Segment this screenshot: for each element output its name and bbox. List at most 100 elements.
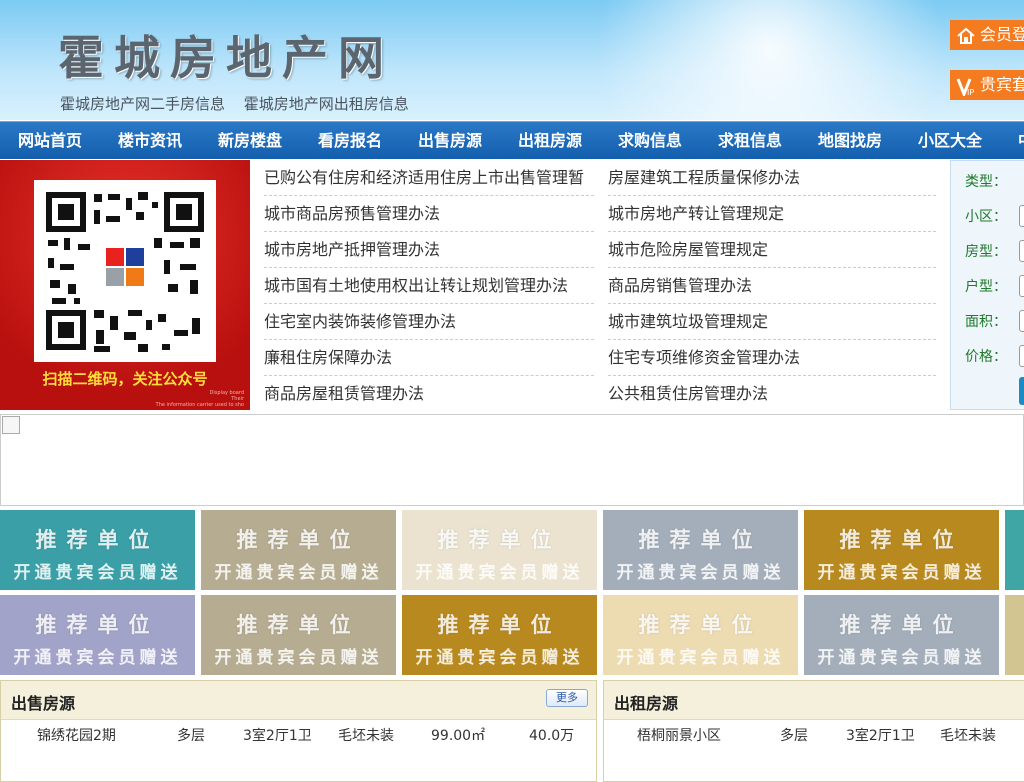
policy-link[interactable]: 公共租赁住房管理办法 — [608, 376, 936, 411]
nav-new-homes[interactable]: 新房楼盘 — [218, 122, 282, 159]
member-login-label: 会员登 — [980, 25, 1024, 44]
nav-news[interactable]: 楼市资讯 — [118, 122, 182, 159]
panel-title: 出售房源 — [11, 694, 76, 713]
policy-link[interactable]: 商品房屋租赁管理办法 — [264, 376, 594, 411]
nav-more[interactable]: 中 — [1018, 122, 1024, 159]
promo-line2: 开通贵宾会员赠送 — [214, 563, 383, 583]
promo-tile[interactable]: 推荐单位开通贵宾会员赠送 — [603, 595, 798, 675]
policy-link[interactable]: 城市建筑垃圾管理规定 — [608, 304, 936, 340]
listing-row[interactable]: 锦绣花园2期 多层 3室2厅1卫 毛坯未装 99.00㎡ 40.0万 — [1, 721, 596, 751]
room-layout: 3室2厅1卫 — [846, 728, 915, 744]
policy-link[interactable]: 廉租住房保障办法 — [264, 340, 594, 376]
policy-link[interactable]: 城市商品房预售管理办法 — [264, 196, 594, 232]
site-title[interactable]: 霍城房地产网 — [58, 22, 394, 88]
qr-promo: 扫描二维码，关注公众号 Display board Their The info… — [0, 160, 250, 410]
qr-code-icon — [46, 192, 204, 352]
promo-line1: 推荐单位 — [35, 528, 160, 552]
floor-area: 99.00㎡ — [431, 728, 486, 744]
promo-line1: 推荐单位 — [35, 613, 160, 637]
broken-image-icon — [2, 416, 20, 434]
vip-button[interactable]: IP 贵宾套 — [950, 70, 1024, 100]
area-select[interactable] — [1019, 310, 1024, 332]
policy-link[interactable]: 城市危险房屋管理规定 — [608, 232, 936, 268]
promo-line2: 开通贵宾会员赠送 — [817, 563, 986, 583]
policy-link[interactable]: 城市国有土地使用权出让转让规划管理办法 — [264, 268, 594, 304]
search-button[interactable] — [1019, 377, 1024, 405]
ad-banner[interactable] — [0, 414, 1024, 506]
promo-line1: 推荐单位 — [236, 528, 361, 552]
property-search-form: 类型： 小区： 房型： 户型： 面积： 价格： — [950, 160, 1024, 410]
community-name[interactable]: 锦绣花园2期 — [37, 721, 116, 751]
promo-line1: 推荐单位 — [839, 613, 964, 637]
nav-wanted-buy[interactable]: 求购信息 — [618, 122, 682, 159]
promo-line2: 开通贵宾会员赠送 — [415, 563, 584, 583]
room-type-select[interactable] — [1019, 240, 1024, 262]
nav-home[interactable]: 网站首页 — [18, 122, 82, 159]
qr-code — [34, 180, 216, 362]
price: 40.0万 — [529, 728, 575, 744]
panel-header: 出售房源 更多 — [1, 681, 596, 720]
price-select[interactable] — [1019, 345, 1024, 367]
promo-tile[interactable]: 推荐单位 开通贵宾会员赠送 — [603, 510, 798, 590]
promo-line2: 开通贵宾会员赠送 — [415, 648, 584, 668]
promo-tile[interactable]: 推荐单位 开通贵宾会员赠送 — [0, 510, 195, 590]
promo-line2: 开通贵宾会员赠送 — [214, 648, 383, 668]
vip-icon: IP — [956, 76, 976, 98]
vip-label: 贵宾套 — [980, 75, 1024, 94]
listing-row[interactable]: 梧桐丽景小区 多层 3室2厅1卫 毛坯未装 — [604, 721, 1024, 751]
secondhand-info-link[interactable]: 霍城房地产网二手房信息 — [60, 95, 225, 113]
promo-tile[interactable]: 推荐单位 开通贵宾会员赠送 — [804, 510, 999, 590]
community-name[interactable]: 梧桐丽景小区 — [637, 721, 721, 751]
sale-listings-panel: 出售房源 更多 锦绣花园2期 多层 3室2厅1卫 毛坯未装 99.00㎡ 40.… — [0, 680, 597, 782]
rent-listings-panel: 出租房源 梧桐丽景小区 多层 3室2厅1卫 毛坯未装 — [603, 680, 1024, 782]
policy-link[interactable]: 住宅专项维修资金管理办法 — [608, 340, 936, 376]
price-label: 价格： — [965, 349, 1007, 365]
decoration: 毛坯未装 — [338, 728, 394, 744]
promo-tile[interactable]: 推荐单位开通贵宾会员赠送 — [402, 595, 597, 675]
community-input[interactable] — [1019, 205, 1024, 227]
nav-map-search[interactable]: 地图找房 — [818, 122, 882, 159]
qr-tiny-line: The information carrier used to sho — [155, 402, 244, 408]
policy-link[interactable]: 住宅室内装饰装修管理办法 — [264, 304, 594, 340]
room-layout: 3室2厅1卫 — [243, 728, 312, 744]
type-label: 类型： — [965, 174, 1007, 190]
svg-text:IP: IP — [967, 88, 974, 96]
nav-viewing-signup[interactable]: 看房报名 — [318, 122, 382, 159]
nav-for-sale[interactable]: 出售房源 — [418, 122, 482, 159]
promo-line1: 推荐单位 — [437, 528, 562, 552]
rental-info-link[interactable]: 霍城房地产网出租房信息 — [244, 95, 409, 113]
qr-caption: 扫描二维码，关注公众号 — [42, 370, 208, 388]
promo-line1: 推荐单位 — [638, 613, 763, 637]
promo-tile[interactable]: 推荐单位开通贵宾会员赠送 — [804, 595, 999, 675]
promo-line2: 开通贵宾会员赠送 — [13, 648, 182, 668]
site-header: 霍城房地产网 霍城房地产网二手房信息 霍城房地产网出租房信息 会员登 IP 贵宾… — [0, 0, 1024, 120]
building-type: 多层 — [177, 728, 205, 744]
policy-link[interactable]: 城市房地产抵押管理办法 — [264, 232, 594, 268]
panel-header: 出租房源 — [604, 681, 1024, 720]
header-sub-links: 霍城房地产网二手房信息 霍城房地产网出租房信息 — [60, 93, 423, 114]
qr-tiny-text: Display board Their The information carr… — [156, 390, 244, 408]
nav-for-rent[interactable]: 出租房源 — [518, 122, 582, 159]
decoration: 毛坯未装 — [940, 728, 996, 744]
nav-wanted-rent[interactable]: 求租信息 — [718, 122, 782, 159]
promo-tile[interactable]: 推荐单位开通贵宾会员赠送 — [201, 510, 396, 590]
nav-communities[interactable]: 小区大全 — [918, 122, 982, 159]
promo-tile[interactable]: 推荐单位开通贵宾会员赠送 — [201, 595, 396, 675]
promo-tile[interactable] — [1005, 510, 1024, 590]
panel-title: 出租房源 — [614, 694, 679, 713]
promo-line2: 开通贵宾会员赠送 — [817, 648, 986, 668]
promo-line1: 推荐单位 — [236, 613, 361, 637]
promo-tile[interactable] — [1005, 595, 1024, 675]
layout-select[interactable] — [1019, 275, 1024, 297]
promo-tile[interactable]: 推荐单位开通贵宾会员赠送 — [0, 595, 195, 675]
promo-tile[interactable]: 推荐单位开通贵宾会员赠送 — [402, 510, 597, 590]
policy-link[interactable]: 城市房地产转让管理规定 — [608, 196, 936, 232]
policy-link[interactable]: 房屋建筑工程质量保修办法 — [608, 160, 936, 196]
community-label: 小区： — [965, 209, 1007, 225]
policy-link[interactable]: 商品房销售管理办法 — [608, 268, 936, 304]
member-login-button[interactable]: 会员登 — [950, 20, 1024, 50]
policy-link[interactable]: 已购公有住房和经济适用住房上市出售管理暂 — [264, 160, 594, 196]
more-button[interactable]: 更多 — [546, 689, 588, 707]
promo-line2: 开通贵宾会员赠送 — [616, 648, 785, 668]
promo-line1: 推荐单位 — [437, 613, 562, 637]
